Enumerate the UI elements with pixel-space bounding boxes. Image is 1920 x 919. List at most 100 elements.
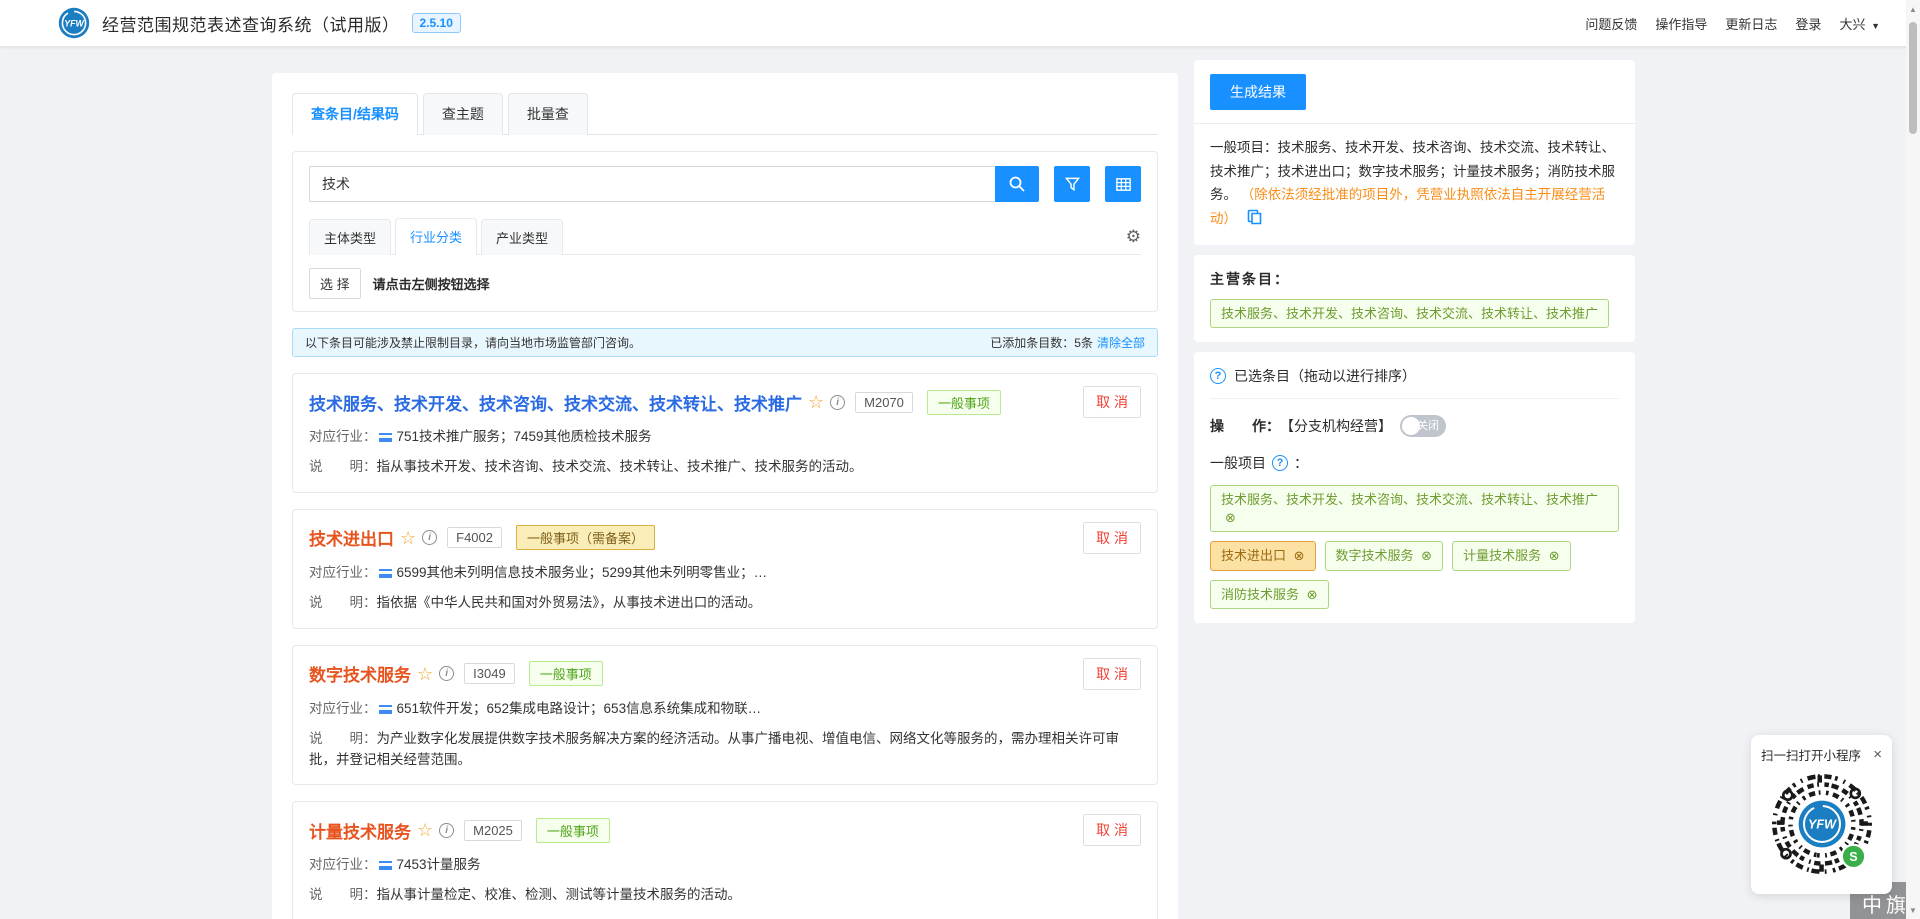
industry-text: 651软件开发；652集成电路设计；653信息系统集成和物联… <box>397 701 762 716</box>
selected-entry-tag[interactable]: 技术进出口 ⊗ <box>1210 541 1316 571</box>
result-title[interactable]: 计量技术服务 <box>309 818 411 843</box>
result-item: 计量技术服务 ☆ i M2025 一般事项 取 消 对应行业：7453计量服务 … <box>292 801 1158 919</box>
description-text: 为产业数字化发展提供数字技术服务解决方案的经济活动。从事广播电视、增值电信、网络… <box>309 731 1119 767</box>
divider <box>1194 123 1635 124</box>
copy-icon[interactable] <box>1247 209 1262 225</box>
description-label: 说 明： <box>309 731 377 746</box>
tag-close-icon[interactable]: ⊗ <box>1421 548 1432 563</box>
selected-entry-tag[interactable]: 数字技术服务 ⊗ <box>1325 541 1444 571</box>
version-badge: 2.5.10 <box>412 13 461 33</box>
selected-entries-panel: ? 已选条目（拖动以进行排序） 操 作： 【分支机构经营】 关闭 一般项目 ? … <box>1194 352 1635 623</box>
industry-text: 7453计量服务 <box>397 857 481 872</box>
app-logo-icon: YFW <box>58 7 90 39</box>
general-items-row: 一般项目 ? ： <box>1210 453 1619 473</box>
result-item: 数字技术服务 ☆ i I3049 一般事项 取 消 对应行业：651软件开发；6… <box>292 645 1158 786</box>
star-icon[interactable]: ☆ <box>400 529 416 547</box>
gear-icon[interactable]: ⚙ <box>1126 228 1141 245</box>
tag-label: 数字技术服务 <box>1336 548 1418 563</box>
scroll-down-icon[interactable]: ▼ <box>1906 903 1920 917</box>
general-items-label: 一般项目 <box>1210 453 1266 473</box>
info-icon[interactable]: i <box>439 666 454 681</box>
cancel-button[interactable]: 取 消 <box>1083 522 1141 554</box>
operation-name: 【分支机构经营】 <box>1280 416 1392 436</box>
generate-result-button[interactable]: 生成结果 <box>1210 74 1306 110</box>
industry-text: 751技术推广服务；7459其他质检技术服务 <box>397 429 652 444</box>
subtab-industry-type[interactable]: 产业类型 <box>481 219 563 255</box>
cancel-button[interactable]: 取 消 <box>1083 814 1141 846</box>
nav-login[interactable]: 登录 <box>1795 14 1821 33</box>
search-input[interactable] <box>309 166 995 202</box>
result-title[interactable]: 数字技术服务 <box>309 661 411 686</box>
chevron-down-icon: ▼ <box>1871 21 1880 31</box>
search-icon <box>1008 175 1026 193</box>
page-scrollbar[interactable]: ▲ ▼ <box>1906 0 1920 919</box>
close-icon[interactable]: × <box>1873 747 1882 762</box>
industry-label: 对应行业： <box>309 701 377 716</box>
list-icon <box>379 861 392 870</box>
qr-code: YFW S <box>1768 770 1876 878</box>
nav-region-dropdown[interactable]: 大兴 ▼ <box>1839 14 1880 33</box>
branch-operation-toggle[interactable]: 关闭 <box>1400 415 1446 437</box>
question-icon[interactable]: ? <box>1272 455 1288 471</box>
result-code-badge: M2025 <box>464 820 522 841</box>
description-row: 说 明：指从事技术开发、技术咨询、技术交流、技术转让、技术推广、技术服务的活动。 <box>309 457 1141 478</box>
query-card: 查条目/结果码 查主题 批量查 主体类型 行业分类 产业类型 <box>272 73 1178 919</box>
scroll-up-icon[interactable]: ▲ <box>1906 2 1920 16</box>
nav-guide[interactable]: 操作指导 <box>1655 14 1707 33</box>
tag-label: 技术服务、技术开发、技术咨询、技术交流、技术转让、技术推广 <box>1221 492 1598 507</box>
selected-entry-tag[interactable]: 计量技术服务 ⊗ <box>1452 541 1571 571</box>
table-icon <box>1115 176 1132 193</box>
app-root: YFW 经营范围规范表述查询系统（试用版） 2.5.10 问题反馈 操作指导 更… <box>0 0 1920 919</box>
tag-close-icon[interactable]: ⊗ <box>1549 548 1560 563</box>
tab-entry-resultcode[interactable]: 查条目/结果码 <box>292 93 418 135</box>
description-row: 说 明：指依据《中华人民共和国对外贸易法》，从事技术进出口的活动。 <box>309 593 1141 614</box>
main-entry-tag: 技术服务、技术开发、技术咨询、技术交流、技术转让、技术推广 <box>1210 299 1609 329</box>
description-label: 说 明： <box>309 887 377 902</box>
nav-changelog[interactable]: 更新日志 <box>1725 14 1777 33</box>
result-status-badge: 一般事项（需备案） <box>516 525 655 550</box>
star-icon[interactable]: ☆ <box>808 393 824 411</box>
result-title[interactable]: 技术进出口 <box>309 525 394 550</box>
select-hint: 请点击左侧按钮选择 <box>373 274 490 293</box>
result-title[interactable]: 技术服务、技术开发、技术咨询、技术交流、技术转让、技术推广 <box>309 390 802 415</box>
generated-result-text: 一般项目：技术服务、技术开发、技术咨询、技术交流、技术转让、技术推广；技术进出口… <box>1210 136 1619 231</box>
selected-entries-header: ? 已选条目（拖动以进行排序） <box>1210 366 1619 399</box>
star-icon[interactable]: ☆ <box>417 821 433 839</box>
table-view-button[interactable] <box>1105 166 1141 202</box>
scrollbar-thumb[interactable] <box>1909 22 1917 134</box>
tag-label: 消防技术服务 <box>1221 587 1303 602</box>
tab-batch[interactable]: 批量查 <box>508 93 588 135</box>
tag-label: 技术进出口 <box>1221 548 1290 563</box>
tag-close-icon[interactable]: ⊗ <box>1294 548 1305 563</box>
question-icon[interactable]: ? <box>1210 368 1226 384</box>
info-icon[interactable]: i <box>830 395 845 410</box>
main-tabs: 查条目/结果码 查主题 批量查 <box>292 93 1158 135</box>
subtab-industry-category[interactable]: 行业分类 <box>395 218 477 255</box>
description-text: 指从事技术开发、技术咨询、技术交流、技术转让、技术推广、技术服务的活动。 <box>377 459 863 474</box>
info-icon[interactable]: i <box>439 823 454 838</box>
selected-entry-tag[interactable]: 技术服务、技术开发、技术咨询、技术交流、技术转让、技术推广 ⊗ <box>1210 485 1619 532</box>
nav-feedback[interactable]: 问题反馈 <box>1585 14 1637 33</box>
right-column: 生成结果 一般项目：技术服务、技术开发、技术咨询、技术交流、技术转让、技术推广；… <box>1194 60 1635 623</box>
description-text: 指从事计量检定、校准、检测、测试等计量技术服务的活动。 <box>377 887 742 902</box>
description-label: 说 明： <box>309 595 377 610</box>
tab-topic[interactable]: 查主题 <box>423 93 503 135</box>
filter-button[interactable] <box>1054 166 1090 202</box>
select-button[interactable]: 选 择 <box>309 268 361 299</box>
selected-tags: 技术服务、技术开发、技术咨询、技术交流、技术转让、技术推广 ⊗ 技术进出口 ⊗ … <box>1210 485 1619 609</box>
selected-entry-tag[interactable]: 消防技术服务 ⊗ <box>1210 580 1329 610</box>
result-status-badge: 一般事项 <box>536 818 610 843</box>
tag-close-icon[interactable]: ⊗ <box>1225 510 1236 525</box>
result-status-badge: 一般事项 <box>529 661 603 686</box>
operation-row: 操 作： 【分支机构经营】 关闭 <box>1210 415 1619 437</box>
clear-all-link[interactable]: 清除全部 <box>1097 336 1145 350</box>
star-icon[interactable]: ☆ <box>417 665 433 683</box>
added-count: 已添加条目数：5条清除全部 <box>990 334 1145 351</box>
info-icon[interactable]: i <box>422 530 437 545</box>
cancel-button[interactable]: 取 消 <box>1083 658 1141 690</box>
tag-close-icon[interactable]: ⊗ <box>1307 587 1318 602</box>
subtab-entity-type[interactable]: 主体类型 <box>309 219 391 255</box>
search-button[interactable] <box>995 166 1039 202</box>
operation-label: 操 作： <box>1210 416 1280 436</box>
cancel-button[interactable]: 取 消 <box>1083 386 1141 418</box>
